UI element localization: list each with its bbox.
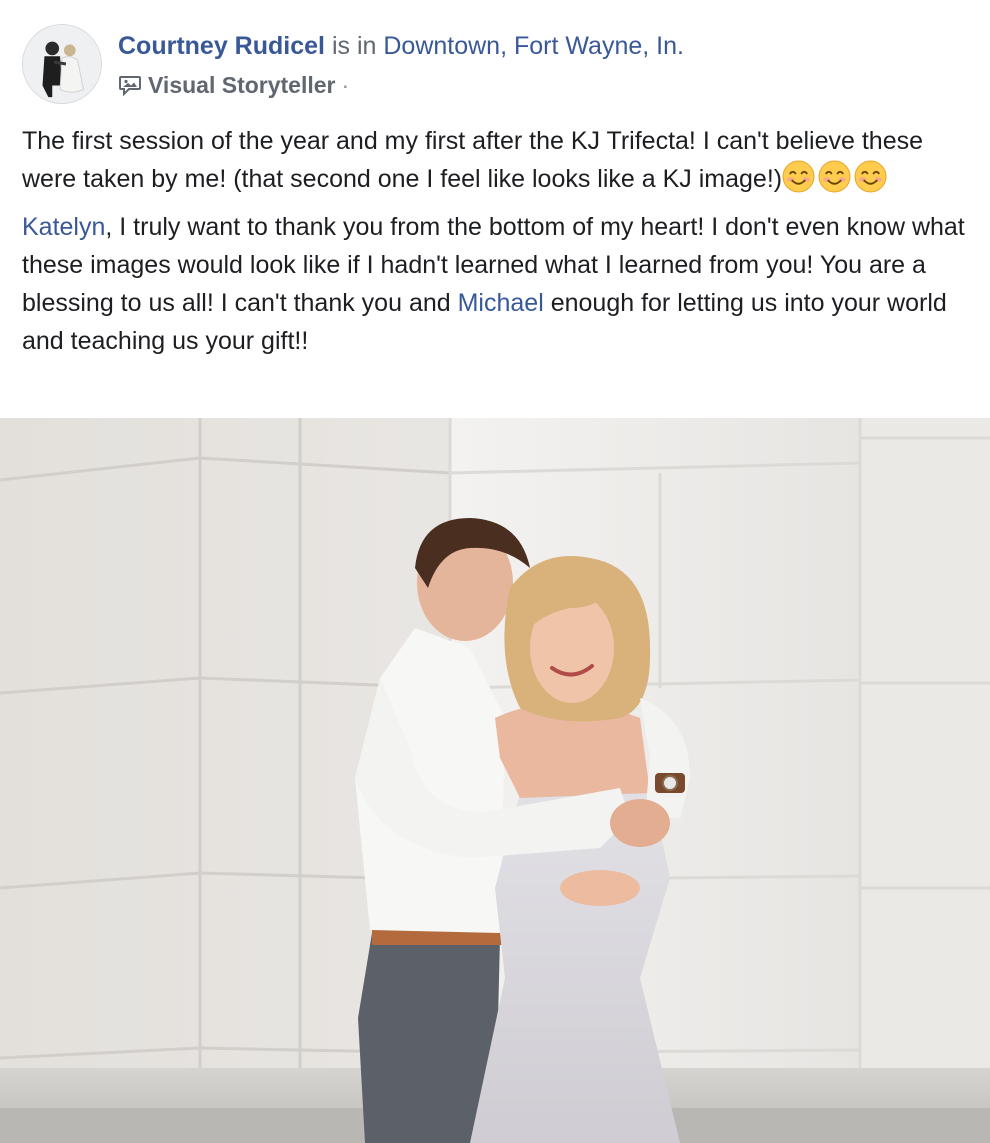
- couple-photo-image: [0, 418, 990, 1143]
- smiling-face-icon: [818, 160, 851, 193]
- post-paragraph-2: Katelyn, I truly want to thank you from …: [22, 208, 972, 360]
- author-name-link[interactable]: Courtney Rudicel: [118, 32, 325, 60]
- smiling-face-icon: [854, 160, 887, 193]
- mention-link-katelyn[interactable]: Katelyn: [22, 213, 105, 241]
- checkin-prefix: is in: [331, 32, 377, 60]
- header-title: Courtney Rudicel is in Downtown, Fort Wa…: [118, 30, 684, 62]
- author-avatar[interactable]: [22, 24, 102, 104]
- post-paragraph-1: The first session of the year and my fir…: [22, 122, 972, 198]
- visual-storyteller-badge[interactable]: Visual Storyteller: [148, 70, 336, 100]
- location-link[interactable]: Downtown, Fort Wayne, In.: [383, 32, 684, 60]
- post-header: Courtney Rudicel is in Downtown, Fort Wa…: [22, 24, 962, 104]
- smiling-face-icon: [782, 160, 815, 193]
- separator-dot: ·: [341, 72, 350, 98]
- speech-bubble-image-icon: [118, 73, 142, 97]
- post-text: The first session of the year and my fir…: [22, 122, 972, 360]
- post-photo[interactable]: [0, 418, 990, 1143]
- header-subtitle: Visual Storyteller ·: [118, 70, 349, 100]
- avatar-photo: [23, 25, 101, 103]
- post-card: Courtney Rudicel is in Downtown, Fort Wa…: [0, 0, 990, 1143]
- mention-link-michael[interactable]: Michael: [458, 289, 544, 317]
